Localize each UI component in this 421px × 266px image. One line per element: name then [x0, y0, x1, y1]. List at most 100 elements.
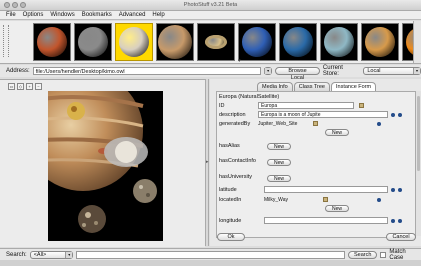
id-field[interactable]: Europa	[258, 102, 354, 109]
address-input[interactable]: file:/Users/hendler/Desktop/kimo.owl	[32, 67, 262, 75]
dropdown-arrow-icon: ▾	[264, 68, 272, 74]
select-region-icon[interactable]: ▭	[8, 83, 15, 90]
latitude-add-icon[interactable]	[391, 188, 395, 192]
jupiter-moons-image[interactable]	[48, 91, 163, 241]
strip-drag-handle[interactable]	[3, 25, 9, 57]
tab-media-info[interactable]: Media Info	[257, 82, 293, 91]
saturn-thumbnail-planet	[205, 35, 227, 49]
longitude-remove-icon[interactable]	[398, 219, 402, 223]
edit-locatedin-icon[interactable]	[323, 197, 328, 202]
thumbnail-list	[33, 23, 421, 61]
collapse-caret-icon[interactable]: ▾	[238, 58, 241, 64]
latitude-remove-icon[interactable]	[398, 188, 402, 192]
tab-class-tree[interactable]: Class Tree	[293, 82, 330, 91]
generatedby-label: generatedBy	[219, 121, 251, 127]
id-label: ID	[219, 103, 225, 109]
match-case-checkbox[interactable]	[380, 251, 387, 258]
instance-form-pane: Media Info Class Tree Instance Form Euro…	[210, 79, 421, 246]
tab-instance-form[interactable]: Instance Form	[330, 82, 377, 91]
hasalias-label: hasAlias	[219, 143, 240, 149]
latitude-label: latitude	[219, 187, 237, 193]
menu-options[interactable]: Options	[23, 12, 44, 18]
jupiter-thumbnail-planet	[158, 25, 192, 59]
form-scrollbar-thumb[interactable]	[417, 96, 420, 171]
address-label: Address:	[6, 68, 30, 74]
earth-thumbnail-planet	[283, 27, 313, 57]
scope-dropdown-arrow-icon: ▾	[65, 251, 73, 258]
mars-thumbnail[interactable]	[33, 23, 71, 61]
menu-bookmarks[interactable]: Bookmarks	[82, 12, 112, 18]
remove-value-icon[interactable]	[398, 113, 402, 117]
menu-advanced[interactable]: Advanced	[119, 12, 146, 18]
locatedin-new-button[interactable]: New	[325, 205, 349, 212]
hascontactinfo-new-button[interactable]: New	[267, 159, 291, 166]
jupiter-thumbnail[interactable]	[156, 23, 194, 61]
europa-thumbnail[interactable]	[115, 23, 153, 61]
cancel-button[interactable]: Cancel	[386, 233, 416, 241]
current-store-select[interactable]: Local ▾	[363, 67, 421, 75]
address-history-dropdown[interactable]: ▾	[264, 67, 273, 75]
instance-header: Europa (NaturalSatellite)	[219, 94, 280, 100]
moon-thumbnail-planet	[78, 27, 108, 57]
search-scope-select[interactable]: <All> ▾	[29, 250, 74, 259]
menu-file[interactable]: File	[6, 12, 16, 18]
form-scrollbar[interactable]	[415, 91, 421, 236]
edit-id-icon[interactable]	[359, 103, 364, 108]
add-value-icon[interactable]	[391, 113, 395, 117]
earth-thumbnail[interactable]	[279, 23, 317, 61]
hasuniversity-label: hasUniversity	[219, 174, 253, 180]
image-pane: ▭ ◇ + −	[0, 79, 205, 247]
mars-thumbnail-planet	[37, 27, 67, 57]
longitude-field[interactable]	[264, 217, 388, 224]
tab-bar: Media Info Class Tree Instance Form	[257, 82, 377, 91]
window-title: PhotoStuff v3.21 Beta	[183, 2, 238, 8]
uranus-thumbnail-planet	[324, 27, 354, 57]
thumbnail-scrollbar[interactable]	[413, 21, 421, 63]
longitude-label: longitude	[219, 218, 242, 224]
menu-help[interactable]: Help	[152, 12, 164, 18]
browse-local-button[interactable]: Browse Local	[275, 67, 320, 81]
saturn-thumbnail[interactable]	[197, 23, 235, 61]
hascontactinfo-label: hasContactInfo	[219, 158, 256, 164]
generatedby-link-icon[interactable]	[377, 122, 381, 126]
menu-bar: File Options Windows Bookmarks Advanced …	[0, 11, 421, 20]
locatedin-value: Milky_Way	[264, 197, 288, 203]
description-value: Europa is a moon of Jupite	[261, 112, 321, 118]
address-bar: Address: file:/Users/hendler/Desktop/kim…	[0, 65, 421, 81]
latitude-field[interactable]	[264, 186, 388, 193]
description-label: description	[219, 112, 246, 118]
zoom-in-icon[interactable]: +	[26, 83, 33, 90]
europa-thumbnail-planet	[119, 27, 149, 57]
zoom-out-icon[interactable]: −	[35, 83, 42, 90]
menu-windows[interactable]: Windows	[50, 12, 74, 18]
hasuniversity-new-button[interactable]: New	[267, 175, 291, 182]
venus-thumbnail-planet	[365, 27, 395, 57]
moon-thumbnail[interactable]	[74, 23, 112, 61]
description-field[interactable]: Europa is a moon of Jupite	[258, 111, 388, 118]
edit-generatedby-icon[interactable]	[313, 121, 318, 126]
uranus-thumbnail[interactable]	[320, 23, 358, 61]
generatedby-value: Jupiter_Web_Site	[258, 121, 298, 127]
image-toolbar: ▭ ◇ + −	[8, 83, 42, 90]
polygon-region-icon[interactable]: ◇	[17, 83, 24, 90]
neptune-thumbnail[interactable]	[238, 23, 276, 61]
search-label: Search:	[6, 251, 27, 258]
search-button[interactable]: Search	[347, 250, 378, 259]
locatedin-link-icon[interactable]	[377, 198, 381, 202]
status-bar	[0, 260, 421, 266]
pane-splitter[interactable]: ▸	[205, 79, 209, 246]
instance-form: Europa (NaturalSatellite) ID Europa desc…	[216, 91, 416, 238]
search-bar: Search: <All> ▾ Search Match Case	[0, 248, 421, 261]
venus-thumbnail[interactable]	[361, 23, 399, 61]
search-input[interactable]	[76, 250, 345, 259]
longitude-add-icon[interactable]	[391, 219, 395, 223]
store-dropdown-arrow-icon: ▾	[412, 68, 420, 74]
ok-button[interactable]: Ok	[217, 233, 245, 241]
jupiter-moons-illustration	[48, 91, 163, 241]
hasalias-new-button[interactable]: New	[267, 143, 291, 150]
thumbnail-strip	[0, 21, 421, 64]
match-case-label: Match Case	[389, 248, 406, 261]
generatedby-new-button[interactable]: New	[325, 129, 349, 136]
neptune-thumbnail-planet	[242, 27, 272, 57]
current-store-value: Local	[367, 68, 381, 74]
